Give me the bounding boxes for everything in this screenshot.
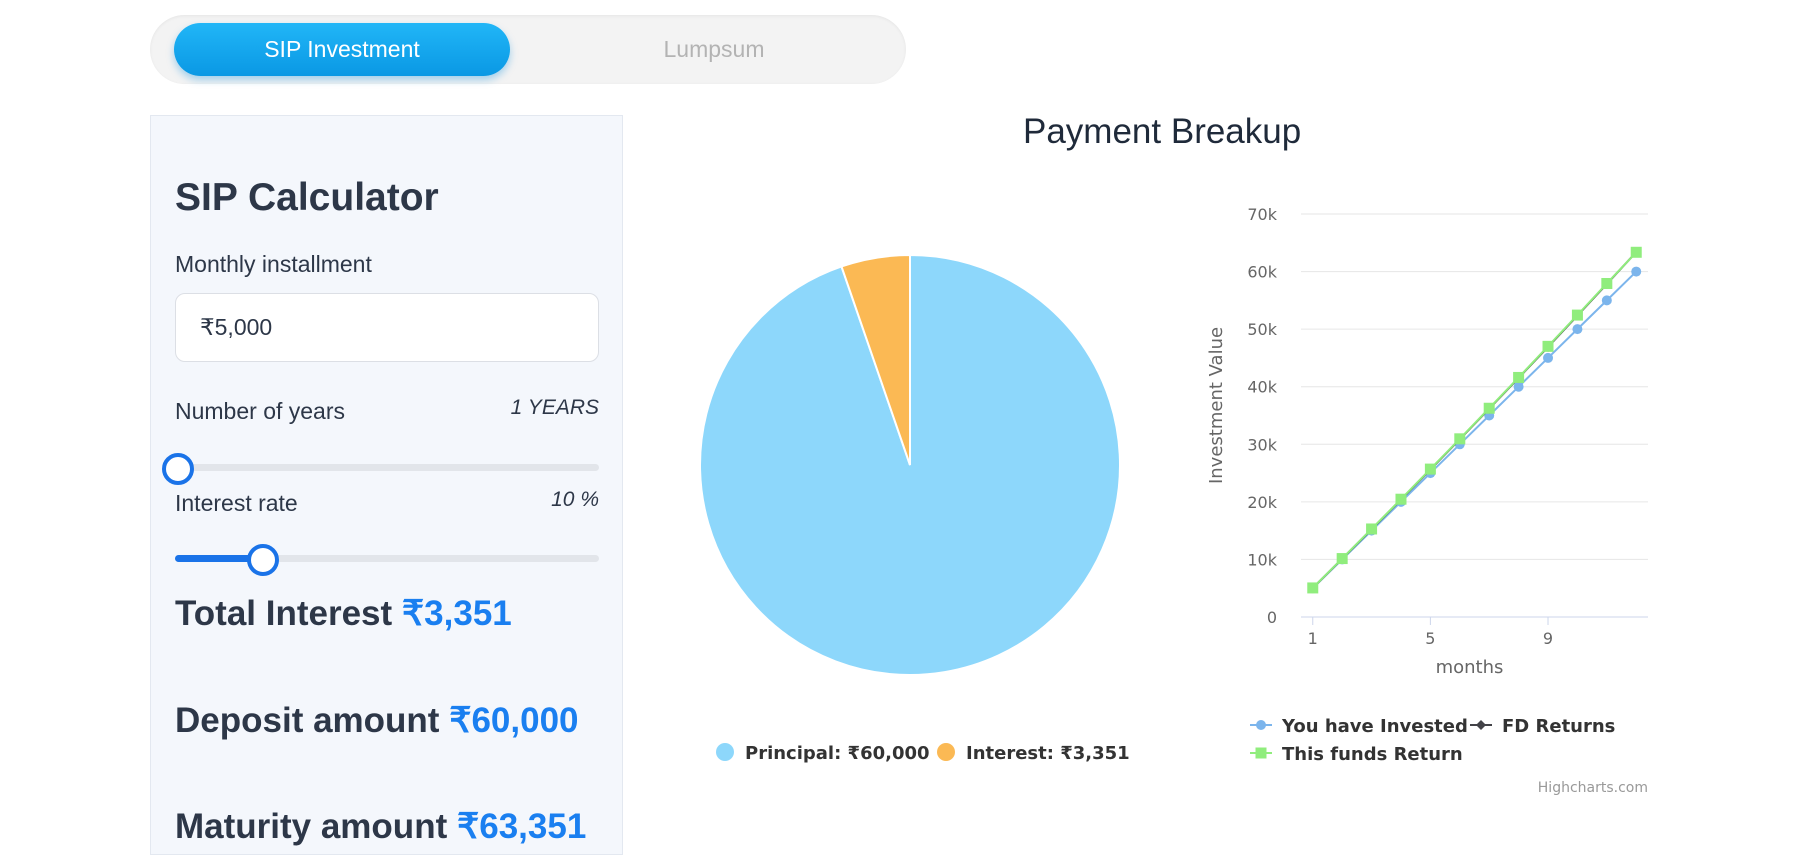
y-tick-label: 60k	[1247, 263, 1277, 282]
maturity-amount-label: Maturity amount	[175, 807, 448, 846]
data-point[interactable]	[1513, 381, 1524, 392]
data-point[interactable]	[1395, 493, 1407, 505]
monthly-installment-label: Monthly installment	[175, 251, 372, 277]
x-axis-label: months	[1436, 657, 1504, 678]
data-point[interactable]	[1483, 402, 1495, 414]
data-point[interactable]	[1601, 277, 1613, 289]
data-point[interactable]	[1601, 295, 1612, 306]
chart-title: Payment Breakup	[1023, 112, 1302, 151]
data-point[interactable]	[1542, 340, 1554, 352]
y-tick-label: 20k	[1247, 493, 1277, 512]
y-tick-label: 30k	[1247, 435, 1277, 454]
total-interest-label: Total Interest	[175, 594, 393, 633]
data-point[interactable]	[1572, 324, 1583, 335]
data-point[interactable]	[1513, 371, 1525, 383]
calculator-panel: SIP Calculator Monthly installment Numbe…	[150, 115, 623, 855]
total-interest-value: ₹3,351	[401, 594, 512, 633]
legend-marker	[716, 743, 734, 761]
x-tick-label: 5	[1425, 629, 1435, 648]
data-point[interactable]	[1631, 266, 1642, 277]
interest-rate-value: 10 %	[551, 488, 599, 511]
x-tick-label: 1	[1308, 629, 1318, 648]
maturity-amount: Maturity amount ₹63,351	[175, 807, 586, 847]
investment-line-chart: 0 10k 20k 30k 40k 50k 60k 70k 1 5 9 months Investmen…	[1206, 205, 1648, 796]
legend-marker	[937, 743, 955, 761]
legend-item-principal[interactable]: Principal: ₹60,000	[745, 743, 930, 764]
data-point[interactable]	[1307, 582, 1319, 594]
data-point[interactable]	[1571, 309, 1583, 321]
tab-lumpsum[interactable]: Lumpsum	[546, 23, 882, 76]
data-point[interactable]	[1366, 523, 1378, 535]
legend-item-2[interactable]: This funds Return	[1282, 744, 1463, 765]
deposit-amount: Deposit amount ₹60,000	[175, 701, 579, 741]
series-line-2	[1312, 251, 1637, 589]
calculator-type-tabs: SIP Investment Lumpsum	[150, 15, 906, 84]
interest-rate-slider[interactable]	[175, 544, 599, 576]
interest-rate-label: Interest rate	[175, 490, 298, 516]
monthly-installment-input[interactable]	[175, 293, 599, 362]
series-line-1	[1312, 251, 1637, 589]
slider-track	[175, 464, 599, 471]
calculator-title: SIP Calculator	[175, 176, 439, 219]
years-value: 1 YEARS	[510, 396, 599, 419]
years-slider-handle[interactable]	[162, 453, 194, 485]
legend-item-0[interactable]: You have Invested	[1281, 716, 1468, 737]
y-tick-label: 50k	[1247, 320, 1277, 339]
data-point[interactable]	[1454, 433, 1466, 445]
data-point[interactable]	[1424, 463, 1436, 475]
years-label: Number of years	[175, 398, 346, 424]
legend-item-interest[interactable]: Interest: ₹3,351	[966, 743, 1130, 764]
legend-marker	[1476, 720, 1486, 730]
chart-credit[interactable]: Highcharts.com	[1538, 780, 1648, 796]
data-point[interactable]	[1336, 553, 1348, 565]
years-slider[interactable]	[162, 453, 599, 485]
y-axis-label: Investment Value	[1206, 327, 1227, 484]
interest-rate-slider-handle[interactable]	[246, 544, 279, 576]
total-interest: Total Interest ₹3,351	[175, 594, 512, 634]
payment-pie-chart: Principal: ₹60,000 Interest: ₹3,351	[699, 253, 1130, 764]
data-point[interactable]	[1630, 246, 1642, 258]
legend-marker	[1255, 747, 1267, 759]
y-tick-label: 40k	[1247, 378, 1277, 397]
y-tick-label: 0	[1267, 608, 1277, 627]
y-tick-label: 70k	[1247, 205, 1277, 224]
maturity-amount-value: ₹63,351	[456, 807, 587, 846]
tab-sip-investment[interactable]: SIP Investment	[174, 23, 510, 76]
legend-marker	[1256, 720, 1266, 730]
legend-item-1[interactable]: FD Returns	[1502, 716, 1615, 737]
data-point[interactable]	[1543, 352, 1554, 363]
deposit-amount-label: Deposit amount	[175, 701, 440, 740]
deposit-amount-value: ₹60,000	[449, 701, 579, 740]
x-tick-label: 9	[1543, 629, 1553, 648]
y-tick-label: 10k	[1247, 550, 1277, 569]
